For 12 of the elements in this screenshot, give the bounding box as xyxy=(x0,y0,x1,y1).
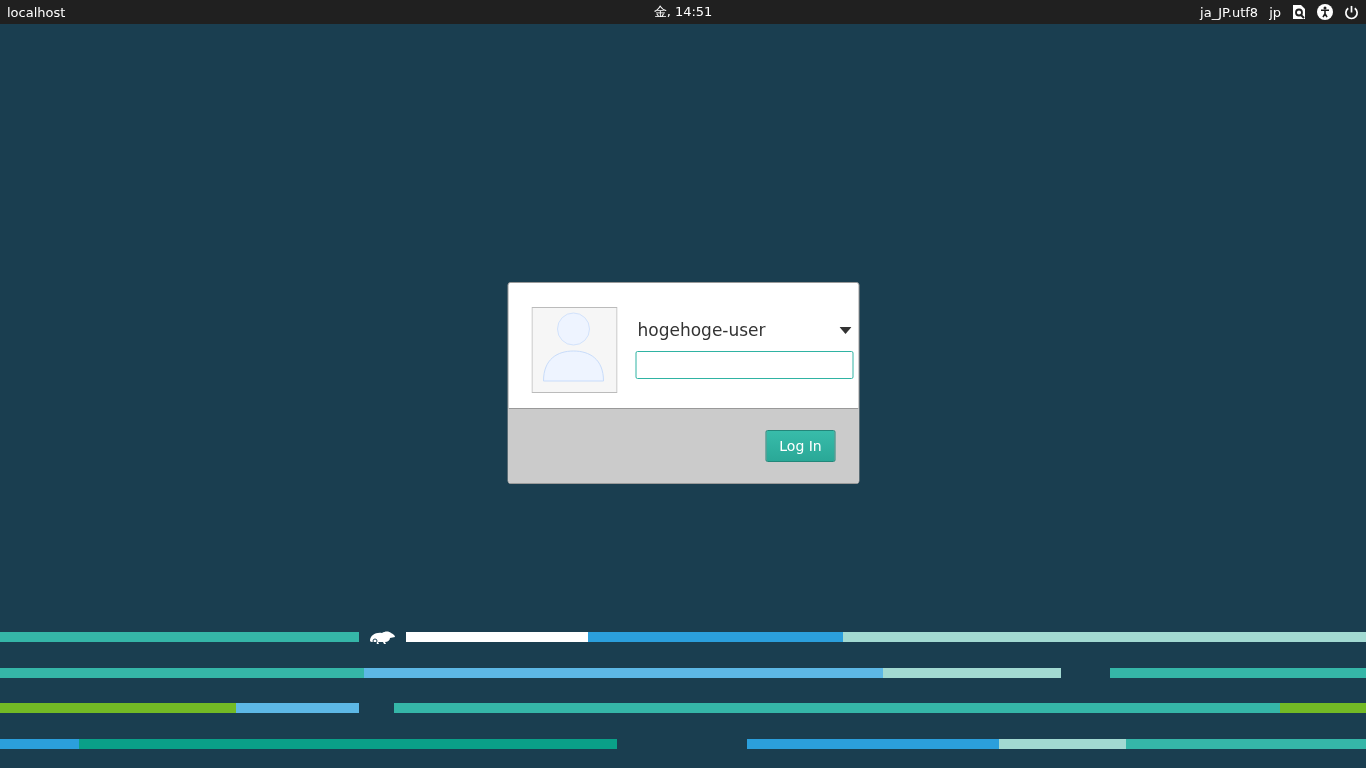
accessibility-icon[interactable] xyxy=(1317,4,1333,20)
hostname-label: localhost xyxy=(7,4,66,20)
power-icon[interactable] xyxy=(1344,4,1359,20)
user-avatar-icon xyxy=(531,307,618,393)
locale-label[interactable]: ja_JP.utf8 xyxy=(1200,4,1259,20)
caret-icon xyxy=(839,326,852,334)
chameleon-icon xyxy=(368,629,396,645)
password-field[interactable] xyxy=(635,351,854,379)
clock-label[interactable]: 金, 14:51 xyxy=(653,3,713,21)
document-search-icon[interactable] xyxy=(1292,4,1306,20)
keyboard-layout-label[interactable]: jp xyxy=(1269,4,1281,20)
user-selector[interactable]: hogehoge-user xyxy=(635,317,854,343)
